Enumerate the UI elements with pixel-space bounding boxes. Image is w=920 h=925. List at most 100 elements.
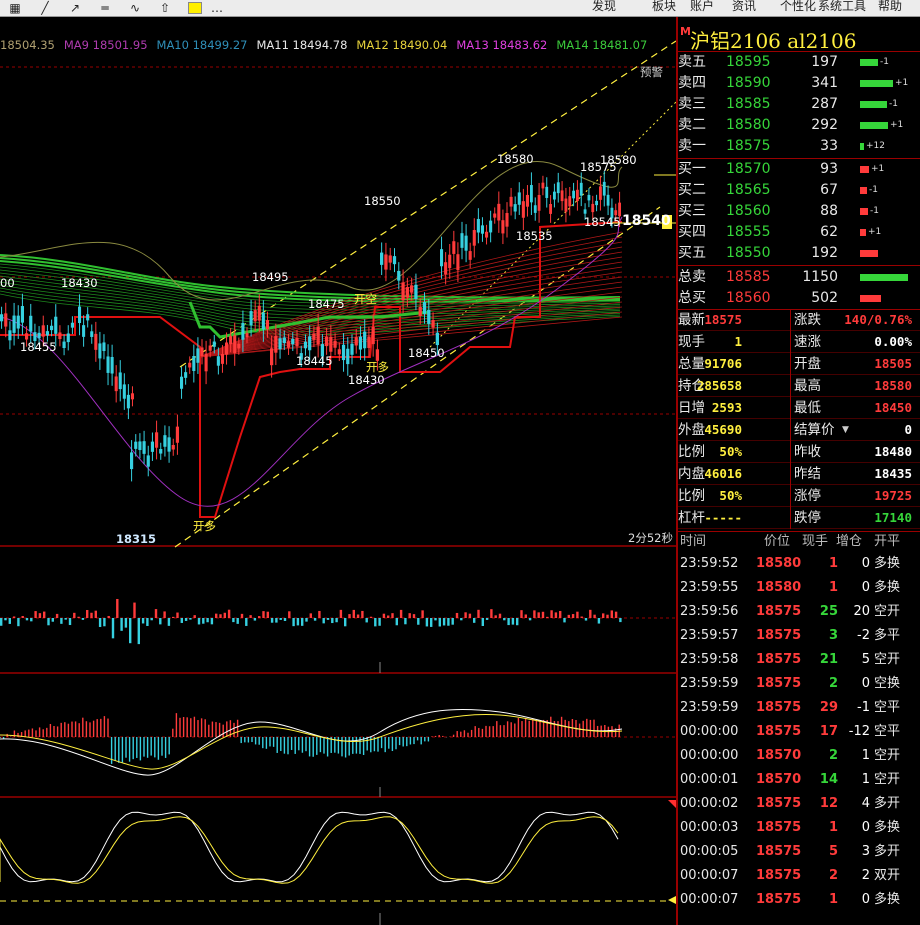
tick-row[interactable]: 23:59:52 18580 1 0 多换 (678, 552, 920, 576)
totals-row[interactable]: 总买 18560 502 (678, 288, 920, 309)
level-price: 18580 (726, 117, 771, 133)
stat-key: 杠杆 (678, 510, 705, 526)
candle-body (265, 320, 269, 330)
volume-bar (451, 618, 454, 625)
bids-row[interactable]: 买三 18560 88 -1 (678, 201, 920, 222)
bids-row[interactable]: 买一 18570 93 +1 (678, 159, 920, 180)
price-label: 18315 (116, 532, 157, 546)
candle-body (363, 331, 367, 349)
menu-sector[interactable]: 板块 (652, 0, 676, 16)
tick-row[interactable]: 00:00:00 18575 17 -12 空平 (678, 720, 920, 744)
bids-row[interactable]: 买二 18565 67 -1 (678, 180, 920, 201)
tick-row[interactable]: 23:59:58 18575 21 5 空开 (678, 648, 920, 672)
tick-row[interactable]: 23:59:55 18580 1 0 多换 (678, 576, 920, 600)
tick-row[interactable]: 00:00:03 18575 1 0 多换 (678, 816, 920, 840)
totals-row[interactable]: 总卖 18585 1150 (678, 267, 920, 288)
lock-icon[interactable]: ⇧ (150, 1, 180, 15)
chart-canvas (0, 40, 676, 925)
stat-key: 比例 (678, 488, 705, 504)
signal-open-short: 开空 (354, 292, 377, 306)
candle-body (341, 344, 346, 361)
volume-bar (619, 618, 622, 623)
price-label: 18545 (584, 215, 621, 229)
menu-personalize[interactable]: 个性化 (780, 0, 816, 16)
volume-bar (249, 615, 252, 618)
asks-row[interactable]: 卖二 18580 292 +1 (678, 115, 920, 136)
tick-price: 18575 (756, 868, 802, 883)
menu-help[interactable]: 帮助 (878, 0, 902, 16)
volume-bar (43, 611, 46, 618)
asks-row[interactable]: 卖五 18595 197 -1 (678, 52, 920, 73)
tick-type: 双开 (874, 868, 901, 883)
volume-bar (12, 616, 16, 618)
menu-news[interactable]: 资讯 (732, 0, 756, 16)
candle-body (245, 333, 249, 338)
candle-body (530, 185, 533, 203)
more-icon[interactable]: … (202, 1, 232, 15)
menu-system-tools[interactable]: 系统工具 (818, 0, 866, 16)
stat-cell[interactable]: 结算价 ▼ 0 (794, 419, 918, 441)
wave-icon[interactable]: ∿ (120, 1, 150, 15)
volume-bar (227, 609, 231, 618)
ticks-header-type: 开平 (874, 534, 901, 549)
candle-body (188, 362, 192, 368)
tick-row[interactable]: 00:00:01 18570 14 1 空开 (678, 768, 920, 792)
candle-body (414, 284, 418, 300)
stat-key: 日增 (678, 400, 705, 416)
bids-row[interactable]: 买五 18550 192 (678, 243, 920, 264)
candle-body (130, 393, 134, 400)
ma-legend-4: MA12 18490.04 (356, 38, 448, 52)
asks-row[interactable]: 卖三 18585 287 -1 (678, 94, 920, 115)
candle-body (134, 441, 138, 449)
tick-row[interactable]: 23:59:59 18575 2 0 空换 (678, 672, 920, 696)
volume-bar (494, 615, 497, 618)
volume-bar (210, 618, 214, 625)
grid-icon[interactable]: ▦ (0, 1, 30, 15)
candle-body (556, 182, 560, 194)
price-label: 18580 (600, 153, 637, 167)
asks-row[interactable]: 卖四 18590 341 +1 (678, 73, 920, 94)
level-volume: 93 (820, 161, 838, 177)
candle-body (37, 332, 41, 339)
chevron-down-icon[interactable]: ▼ (842, 419, 849, 441)
candle-body (587, 194, 591, 201)
tick-oi-change: 0 (861, 580, 870, 595)
tick-row[interactable]: 23:59:59 18575 29 -1 空平 (678, 696, 920, 720)
stat-value: 50% (719, 444, 742, 459)
hline-icon[interactable]: ═ (90, 1, 120, 15)
tick-row[interactable]: 00:00:07 18575 1 0 多换 (678, 888, 920, 912)
menu-discover[interactable]: 发现 (592, 0, 616, 16)
line-icon[interactable]: ╱ (30, 1, 60, 15)
candle-body (163, 435, 167, 447)
candle-body (576, 189, 579, 202)
tick-row[interactable]: 23:59:57 18575 3 -2 多平 (678, 624, 920, 648)
tick-row[interactable]: 00:00:07 18575 2 2 双开 (678, 864, 920, 888)
volume-bar (167, 618, 171, 626)
asks-row[interactable]: 卖一 18575 33 +12 (678, 136, 920, 157)
candle-body (12, 315, 16, 333)
bids-row[interactable]: 买四 18555 62 +1 (678, 222, 920, 243)
color-icon[interactable] (188, 2, 202, 14)
candle-body (606, 194, 610, 206)
tick-oi-change: -1 (857, 700, 870, 715)
level-volume: 192 (811, 245, 838, 261)
volume-bar (559, 610, 562, 618)
ray-icon[interactable]: ↗ (60, 1, 90, 15)
candle-body (444, 262, 448, 275)
menu-account[interactable]: 账户 (690, 0, 714, 16)
tick-row[interactable]: 00:00:05 18575 5 3 多开 (678, 840, 920, 864)
candle-body (545, 186, 549, 198)
volume-bar (348, 614, 351, 618)
tick-row[interactable]: 23:59:56 18575 25 20 空开 (678, 600, 920, 624)
volume-bar (86, 609, 89, 618)
candle-body (146, 455, 150, 467)
volume-bar (576, 611, 579, 618)
tick-row[interactable]: 00:00:00 18570 2 1 空开 (678, 744, 920, 768)
price-label: 18445 (296, 354, 333, 368)
kline-chart[interactable]: 18504.35 MA9 18501.95 MA10 18499.27 MA11 18… (0, 17, 676, 925)
stat-value: 45690 (704, 422, 742, 437)
volume-bar (404, 618, 407, 625)
candle-body (102, 342, 106, 351)
tick-row[interactable]: 00:00:02 18575 12 4 多开 (678, 792, 920, 816)
stat-value: 0 (904, 422, 912, 437)
